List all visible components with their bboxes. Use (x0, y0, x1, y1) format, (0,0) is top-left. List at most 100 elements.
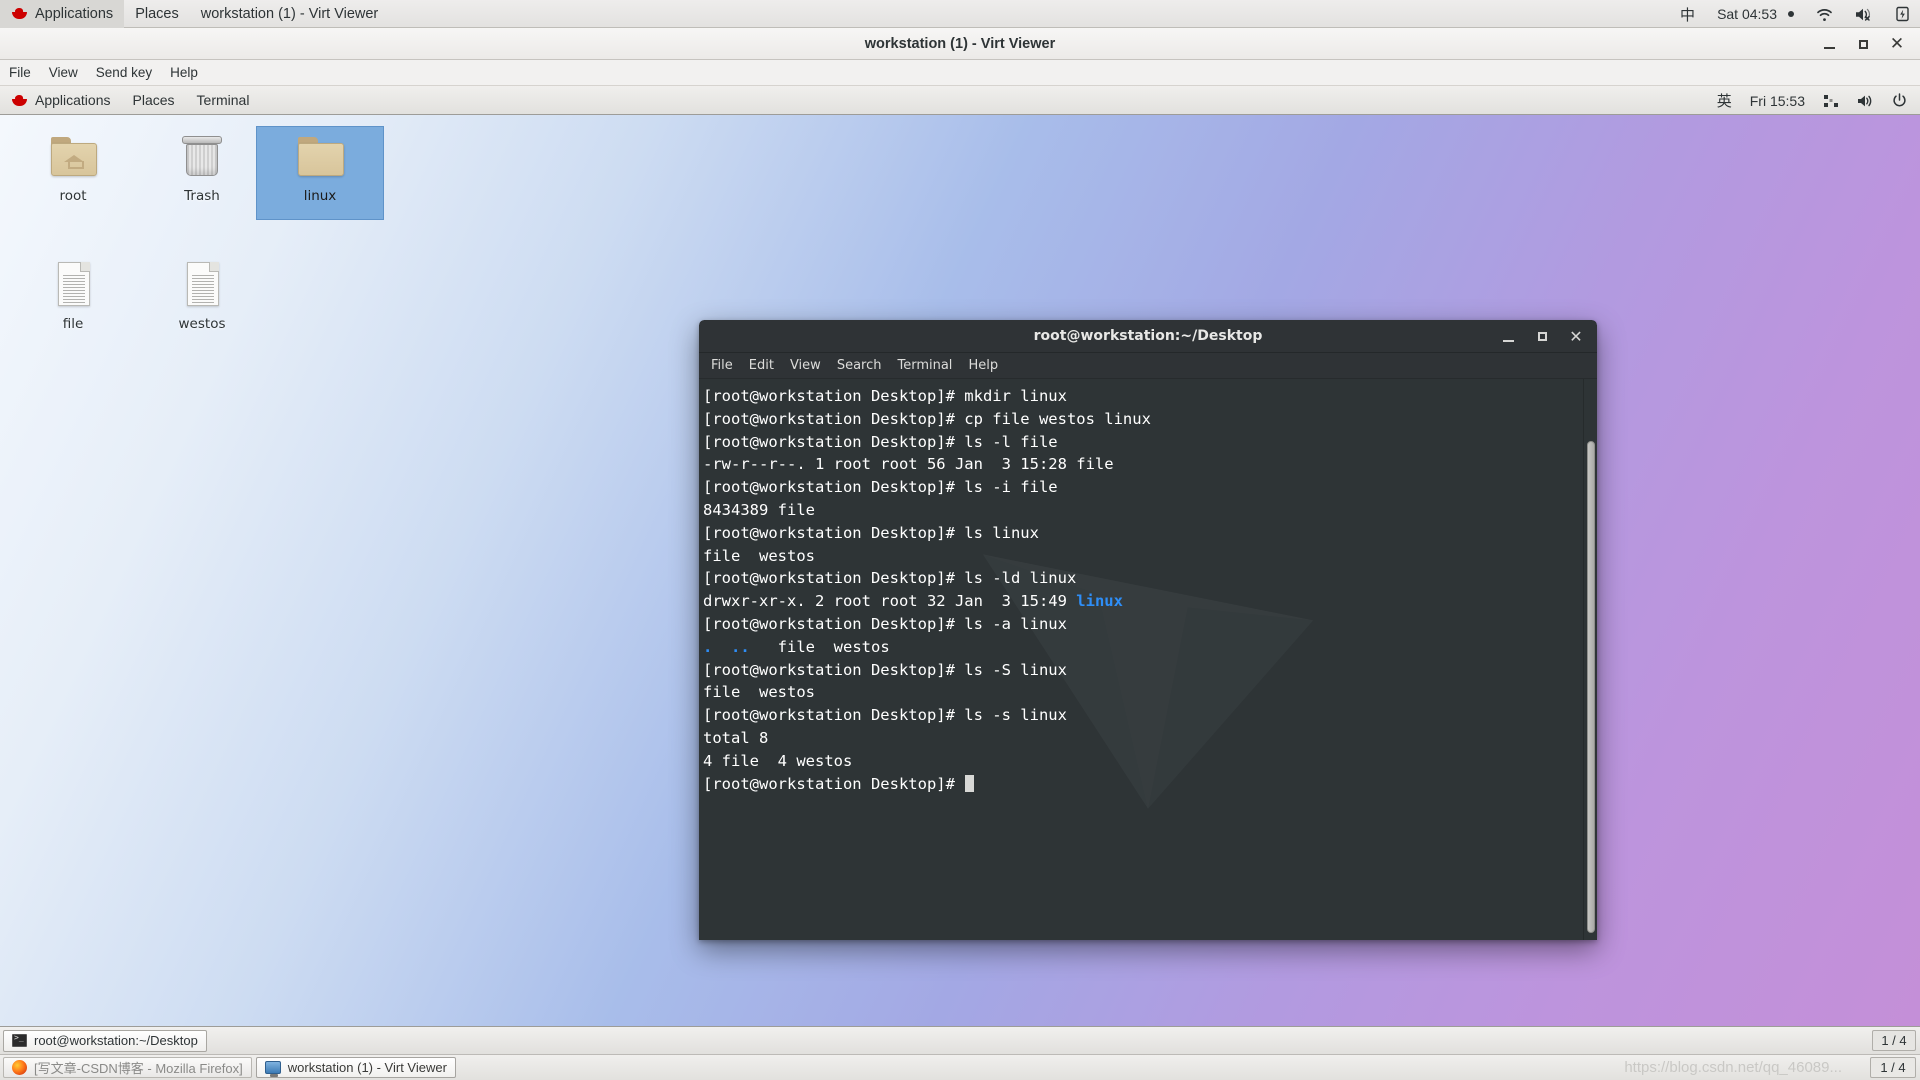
volume-muted-icon[interactable] (1844, 0, 1885, 28)
maximize-icon[interactable] (1525, 320, 1559, 353)
terminal-menu-search[interactable]: Search (829, 353, 890, 379)
terminal-menu-file[interactable]: File (703, 353, 741, 379)
redhat-logo-icon (11, 7, 28, 20)
terminal-command: mkdir linux (964, 387, 1067, 405)
terminal-prompt: [root@workstation Desktop]# (703, 706, 965, 725)
terminal-prompt: [root@workstation Desktop]# (703, 409, 965, 428)
terminal-line: total 8 (703, 727, 1583, 750)
terminal-menu-help[interactable]: Help (960, 353, 1006, 379)
terminal-line: [root@workstation Desktop]# ls -i file (703, 476, 1583, 499)
guest-desktop[interactable]: root Trash linux file westos root@workst… (0, 115, 1920, 1026)
host-top-bar-status-area: 中 Sat 04:53 (1669, 0, 1920, 28)
terminal-line: [root@workstation Desktop]# mkdir linux (703, 385, 1583, 408)
host-applications-menu[interactable]: Applications (0, 0, 125, 28)
host-taskbar-item-virt-viewer[interactable]: workstation (1) - Virt Viewer (255, 1057, 456, 1078)
desktop-icon-label: linux (303, 188, 337, 204)
guest-applications-menu[interactable]: Applications (0, 86, 122, 115)
terminal-line: 8434389 file (703, 499, 1583, 522)
terminal-output[interactable]: [root@workstation Desktop]# mkdir linux[… (699, 379, 1583, 940)
host-active-window-label[interactable]: workstation (1) - Virt Viewer (190, 0, 390, 28)
desktop-icon-trash[interactable]: Trash (139, 127, 265, 219)
host-places-menu[interactable]: Places (124, 0, 190, 28)
terminal-output-text: file westos (703, 546, 815, 565)
host-workspace-indicator[interactable]: 1 / 4 (1870, 1057, 1916, 1078)
volume-icon[interactable] (1848, 86, 1883, 115)
terminal-line: file westos (703, 681, 1583, 704)
terminal-command: ls -s linux (964, 706, 1067, 725)
host-clock-label: Sat 04:53 (1717, 6, 1777, 22)
terminal-scrollbar-thumb[interactable] (1587, 441, 1595, 933)
host-top-bar: Applications Places workstation (1) - Vi… (0, 0, 1920, 28)
desktop-icon-root[interactable]: root (10, 127, 136, 219)
terminal-prompt: [root@workstation Desktop]# (703, 660, 965, 679)
maximize-icon[interactable] (1846, 28, 1880, 60)
terminal-command: ls -l file (964, 432, 1058, 451)
home-folder-icon (45, 133, 101, 183)
terminal-command: ls linux (964, 523, 1039, 542)
guest-vm-screen: Applications Places Terminal 英 Fri 15:53 (0, 86, 1920, 1054)
terminal-prompt: [root@workstation Desktop]# (703, 432, 965, 451)
guest-ime-indicator[interactable]: 英 (1708, 86, 1741, 115)
terminal-directory-entry: . .. (703, 637, 750, 656)
guest-clock[interactable]: Fri 15:53 (1741, 86, 1814, 115)
host-clock[interactable]: Sat 04:53 (1706, 0, 1805, 28)
terminal-line: [root@workstation Desktop]# ls -s linux (703, 704, 1583, 727)
terminal-directory-entry: linux (1076, 592, 1123, 611)
terminal-prompt: [root@workstation Desktop]# (703, 569, 965, 588)
terminal-menubar: File Edit View Search Terminal Help (699, 353, 1597, 379)
redhat-logo-icon (11, 94, 28, 107)
close-icon[interactable]: ✕ (1559, 320, 1593, 353)
power-icon[interactable] (1883, 86, 1916, 115)
minimize-icon[interactable] (1491, 320, 1525, 353)
host-places-label: Places (135, 5, 179, 22)
virt-viewer-title: workstation (1) - Virt Viewer (864, 35, 1056, 52)
desktop-icon-westos[interactable]: westos (139, 255, 265, 347)
minimize-icon[interactable] (1812, 28, 1846, 60)
gnome-terminal-window: root@workstation:~/Desktop ✕ File Edit V… (699, 320, 1597, 940)
terminal-menu-view[interactable]: View (782, 353, 829, 379)
guest-taskbar-item-terminal[interactable]: root@workstation:~/Desktop (3, 1029, 207, 1052)
host-taskbar-item-label: workstation (1) - Virt Viewer (287, 1060, 447, 1075)
terminal-line: . .. file westos (703, 636, 1583, 659)
terminal-command: ls -a linux (964, 614, 1067, 633)
desktop-icon-file[interactable]: file (10, 255, 136, 347)
terminal-window-controls: ✕ (1491, 320, 1593, 353)
vv-menu-sendkey[interactable]: Send key (87, 60, 161, 86)
desktop-icon-linux[interactable]: linux (256, 126, 384, 220)
guest-top-bar: Applications Places Terminal 英 Fri 15:53 (0, 86, 1920, 115)
terminal-icon (12, 1033, 27, 1047)
desktop-icon-label: file (62, 316, 84, 332)
terminal-command: ls -ld linux (964, 569, 1077, 588)
terminal-output-text: -rw-r--r--. 1 root root 56 Jan 3 15:28 f… (703, 455, 1114, 474)
terminal-scrollbar[interactable] (1583, 379, 1597, 940)
host-taskbar-item-firefox[interactable]: [写文章-CSDN博客 - Mozilla Firefox] (3, 1057, 252, 1078)
guest-terminal-menu[interactable]: Terminal (186, 86, 261, 115)
terminal-body[interactable]: [root@workstation Desktop]# mkdir linux[… (699, 379, 1597, 940)
virt-viewer-titlebar[interactable]: workstation (1) - Virt Viewer ✕ (0, 28, 1920, 60)
network-icon[interactable] (1814, 86, 1848, 115)
desktop-icon-label: Trash (184, 188, 220, 204)
wifi-icon[interactable] (1805, 0, 1844, 28)
terminal-prompt: [root@workstation Desktop]# (703, 614, 965, 633)
guest-workspace-indicator[interactable]: 1 / 4 (1872, 1030, 1916, 1051)
virt-viewer-icon (264, 1061, 281, 1077)
vv-menu-view[interactable]: View (40, 60, 87, 86)
close-icon[interactable]: ✕ (1880, 28, 1914, 60)
host-active-window-title: workstation (1) - Virt Viewer (200, 5, 379, 22)
battery-charging-icon[interactable] (1885, 0, 1920, 28)
guest-places-menu[interactable]: Places (122, 86, 186, 115)
terminal-line: [root@workstation Desktop]# cp file west… (703, 408, 1583, 431)
terminal-prompt: [root@workstation Desktop]# (703, 478, 965, 497)
host-ime-indicator[interactable]: 中 (1669, 0, 1706, 28)
terminal-line: [root@workstation Desktop]# ls -a linux (703, 613, 1583, 636)
terminal-titlebar[interactable]: root@workstation:~/Desktop ✕ (699, 320, 1597, 353)
terminal-line: [root@workstation Desktop]# ls linux (703, 522, 1583, 545)
vv-menu-help[interactable]: Help (161, 60, 207, 86)
guest-status-area: 英 Fri 15:53 (1708, 86, 1916, 115)
terminal-menu-edit[interactable]: Edit (741, 353, 782, 379)
terminal-menu-terminal[interactable]: Terminal (889, 353, 960, 379)
vv-menu-file[interactable]: File (0, 60, 40, 86)
guest-taskbar: root@workstation:~/Desktop 1 / 4 (0, 1026, 1920, 1054)
terminal-prompt: [root@workstation Desktop]# (703, 387, 965, 405)
terminal-output-text: file westos (703, 683, 815, 702)
